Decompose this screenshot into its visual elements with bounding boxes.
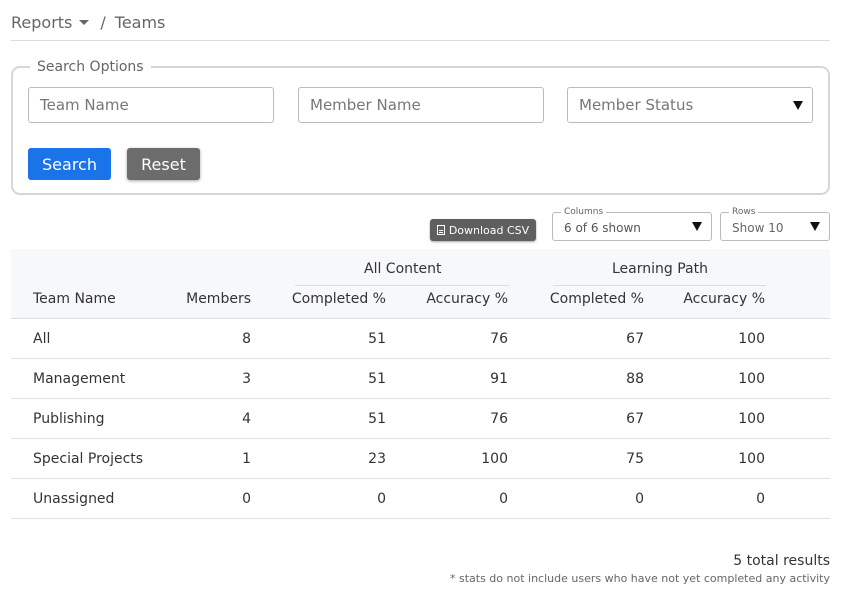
rows-select[interactable]: Rows Show 10 (720, 206, 830, 241)
breadcrumb-reports-label: Reports (11, 12, 73, 32)
team-name-input[interactable]: Team Name (28, 87, 274, 123)
header-all-content-completed[interactable]: Completed % (292, 290, 386, 308)
cell-all-content-completed: 0 (377, 491, 386, 507)
cell-all-content-completed: 51 (368, 371, 386, 387)
breadcrumb-reports-dropdown[interactable]: Reports (11, 12, 90, 32)
header-all-content-accuracy[interactable]: Accuracy % (426, 290, 508, 308)
cell-members: 8 (242, 331, 251, 347)
table-row[interactable]: Management 3 51 91 88 100 (11, 359, 830, 399)
rows-legend: Rows (729, 206, 759, 218)
breadcrumb-separator: / (100, 12, 106, 32)
group-all-content-rule (295, 285, 509, 286)
search-options-panel: Search Options Team Name Member Name Mem… (11, 58, 830, 195)
header-members[interactable]: Members (186, 290, 251, 308)
team-name-placeholder: Team Name (40, 96, 129, 114)
cell-all-content-completed: 23 (368, 451, 386, 467)
download-csv-button[interactable]: Download CSV (430, 219, 536, 241)
cell-learning-path-accuracy: 100 (738, 371, 765, 387)
cell-all-content-accuracy: 0 (499, 491, 508, 507)
cell-learning-path-completed: 75 (626, 451, 644, 467)
header-learning-path-completed[interactable]: Completed % (550, 290, 644, 308)
table-row[interactable]: Unassigned 0 0 0 0 0 (11, 479, 830, 519)
table-header: All Content Learning Path Team Name Memb… (11, 249, 830, 319)
cell-members: 4 (242, 411, 251, 427)
header-learning-path-accuracy[interactable]: Accuracy % (683, 290, 765, 308)
cell-learning-path-accuracy: 100 (738, 411, 765, 427)
header-team-name[interactable]: Team Name (33, 290, 116, 308)
caret-down-icon (79, 20, 90, 25)
cell-team-name: Special Projects (33, 451, 144, 467)
cell-all-content-accuracy: 76 (490, 411, 508, 427)
table-row[interactable]: All 8 51 76 67 100 (11, 319, 830, 359)
dropdown-arrow-icon (810, 222, 820, 231)
member-name-input[interactable]: Member Name (298, 87, 544, 123)
search-options-legend: Search Options (30, 58, 151, 76)
member-status-select[interactable]: Member Status (567, 87, 813, 123)
cell-all-content-accuracy: 76 (490, 331, 508, 347)
columns-select[interactable]: Columns 6 of 6 shown (552, 206, 712, 241)
table-row[interactable]: Publishing 4 51 76 67 100 (11, 399, 830, 439)
cell-all-content-accuracy: 100 (481, 451, 508, 467)
rows-value: Show 10 (732, 221, 784, 235)
cell-members: 3 (242, 371, 251, 387)
group-learning-path: Learning Path (612, 261, 708, 277)
columns-legend: Columns (561, 206, 607, 218)
cell-learning-path-accuracy: 100 (738, 331, 765, 347)
cell-team-name: Management (33, 371, 126, 387)
cell-team-name: All (33, 331, 51, 347)
cell-learning-path-completed: 67 (626, 331, 644, 347)
cell-team-name: Unassigned (33, 491, 115, 507)
cell-learning-path-accuracy: 0 (756, 491, 765, 507)
file-icon (436, 225, 445, 235)
cell-all-content-completed: 51 (368, 411, 386, 427)
group-learning-path-rule (553, 285, 766, 286)
reset-button[interactable]: Reset (127, 148, 200, 180)
cell-learning-path-completed: 88 (626, 371, 644, 387)
cell-all-content-accuracy: 91 (490, 371, 508, 387)
cell-members: 0 (242, 491, 251, 507)
group-all-content: All Content (364, 261, 442, 277)
total-results: 5 total results (733, 553, 830, 569)
member-status-placeholder: Member Status (579, 96, 694, 114)
cell-learning-path-accuracy: 100 (738, 451, 765, 467)
search-button[interactable]: Search (28, 148, 111, 180)
teams-table: All Content Learning Path Team Name Memb… (11, 249, 830, 519)
cell-all-content-completed: 51 (368, 331, 386, 347)
member-name-placeholder: Member Name (310, 96, 421, 114)
table-row[interactable]: Special Projects 1 23 100 75 100 (11, 439, 830, 479)
columns-value: 6 of 6 shown (564, 221, 641, 235)
cell-learning-path-completed: 0 (635, 491, 644, 507)
cell-members: 1 (242, 451, 251, 467)
breadcrumb-current: Teams (114, 12, 166, 32)
cell-learning-path-completed: 67 (626, 411, 644, 427)
dropdown-arrow-icon (692, 222, 702, 231)
stats-footnote: * stats do not include users who have no… (449, 572, 830, 585)
dropdown-arrow-icon (793, 100, 803, 110)
breadcrumb: Reports / Teams (11, 11, 165, 33)
download-csv-label: Download CSV (448, 223, 530, 237)
cell-team-name: Publishing (33, 411, 105, 427)
breadcrumb-divider (11, 40, 830, 41)
